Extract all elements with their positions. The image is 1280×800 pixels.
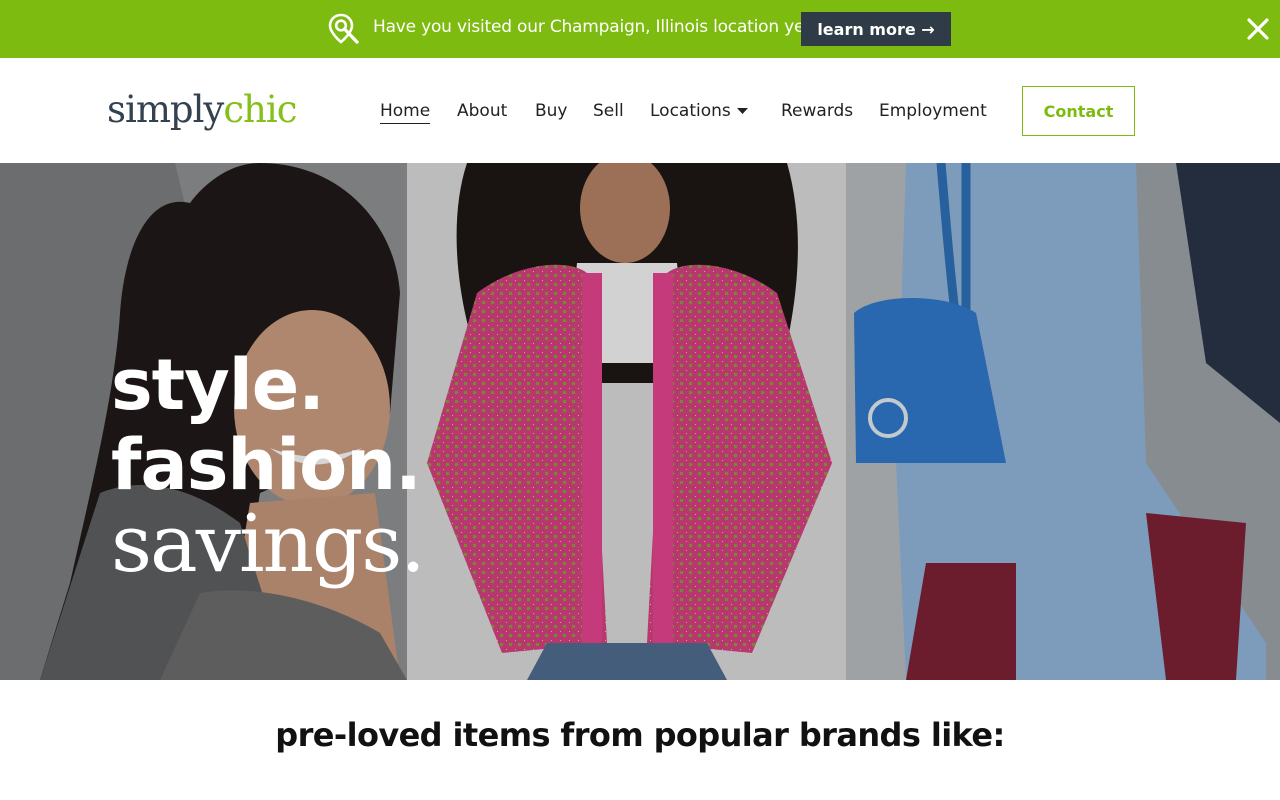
nav-locations[interactable]: Locations	[650, 100, 731, 122]
logo-text-chic: chic	[223, 88, 297, 131]
nav-employment[interactable]: Employment	[879, 100, 987, 122]
nav-about[interactable]: About	[457, 100, 507, 122]
caret-down-icon[interactable]	[737, 107, 748, 115]
simplychic-logo[interactable]: simplychic	[107, 86, 297, 134]
nav-home[interactable]: Home	[380, 100, 431, 124]
site-header: simplychic Home About Buy Sell Locations…	[0, 58, 1280, 163]
announcement-message: Have you visited our Champaign, Illinois…	[373, 17, 820, 37]
announcement-bar: Have you visited our Champaign, Illinois…	[0, 0, 1280, 58]
hero-headline-savings: savings.	[111, 497, 426, 590]
nav-buy[interactable]: Buy	[535, 100, 568, 122]
hero-headline-style: style.	[111, 344, 325, 426]
brands-heading: pre-loved items from popular brands like…	[275, 716, 1005, 754]
nav-rewards[interactable]: Rewards	[781, 100, 853, 122]
contact-button[interactable]: Contact	[1022, 86, 1135, 136]
hero-headline-fashion: fashion.	[111, 424, 422, 506]
hero-banner: style. fashion. savings.	[0, 163, 1280, 680]
nav-sell[interactable]: Sell	[593, 100, 624, 122]
learn-more-button[interactable]: learn more →	[801, 12, 951, 46]
logo-text-simply: simply	[107, 88, 224, 131]
close-icon[interactable]	[1244, 15, 1272, 43]
map-search-icon	[328, 13, 359, 44]
